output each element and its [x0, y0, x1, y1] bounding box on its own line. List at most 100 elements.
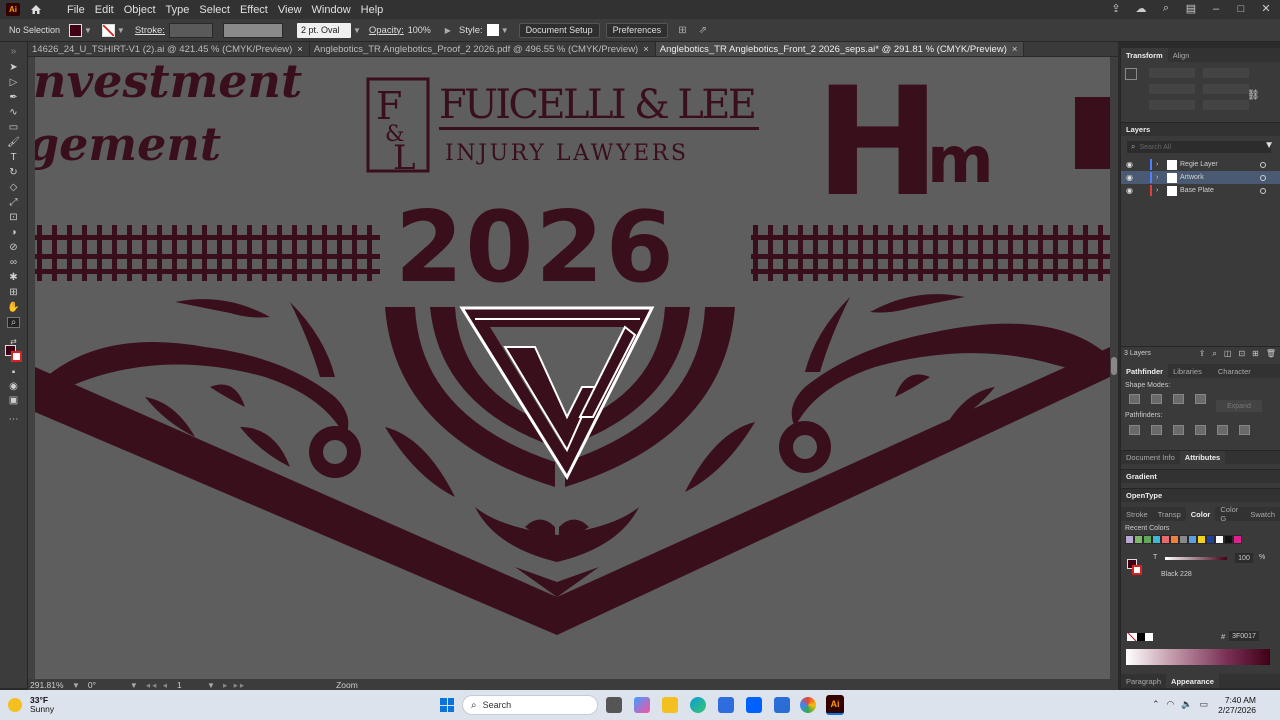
new-layer-icon[interactable]: ⊞ [1252, 349, 1259, 359]
trim-icon[interactable] [1151, 425, 1162, 435]
symbol-sprayer-tool-icon[interactable]: ✱ [7, 272, 20, 283]
hand-tool-icon[interactable]: ✋ [7, 302, 20, 313]
illustrator-taskbar-icon[interactable]: Ai [826, 695, 844, 715]
menu-edit[interactable]: Edit [90, 4, 119, 16]
tint-slider[interactable] [1165, 557, 1227, 560]
clipping-mask-icon[interactable]: ◫ [1224, 349, 1232, 359]
battery-icon[interactable]: ▭ [1200, 699, 1209, 710]
chevron-down-icon[interactable]: ▼ [72, 681, 80, 690]
selection-tool-icon[interactable]: ➤ [7, 62, 20, 73]
menu-window[interactable]: Window [307, 4, 356, 16]
eye-icon[interactable]: ◉ [1126, 173, 1136, 182]
tab-color-guide[interactable]: Color G [1215, 505, 1245, 523]
curvature-tool-icon[interactable]: ∿ [7, 107, 20, 118]
chevron-down-icon[interactable]: ▼ [117, 26, 125, 35]
x-field[interactable] [1149, 68, 1195, 78]
reference-point-icon[interactable] [1125, 68, 1137, 80]
artboard-canvas[interactable]: nvestment gement F & L FUICELLI & LEE IN… [35, 57, 1110, 679]
weather-sun-icon[interactable] [8, 698, 22, 712]
none-swatch[interactable] [1127, 633, 1137, 641]
target-icon[interactable] [1260, 187, 1266, 194]
scale-tool-icon[interactable]: ⤢ [7, 197, 20, 208]
scrollbar-thumb[interactable] [1111, 357, 1117, 375]
cloud-icon[interactable]: ☁ [1135, 2, 1147, 15]
artboard-nav-next-icon[interactable]: ▸ ▸▸ [223, 680, 246, 691]
layer-row[interactable]: ◉ › Artwork [1121, 171, 1280, 184]
recent-color-swatch[interactable] [1179, 535, 1188, 544]
graphic-style-swatch[interactable] [486, 24, 499, 36]
menu-select[interactable]: Select [194, 4, 235, 16]
link-icon[interactable]: ⛓ [1247, 90, 1260, 101]
rotate-tool-icon[interactable]: ↻ [7, 167, 20, 178]
filter-icon[interactable]: ▼ [1264, 140, 1274, 151]
tab-color[interactable]: Color [1185, 507, 1216, 521]
recent-color-swatch[interactable] [1125, 535, 1134, 544]
todo-icon[interactable] [774, 697, 790, 713]
close-icon[interactable]: ✕ [1260, 2, 1272, 15]
menu-help[interactable]: Help [356, 4, 389, 16]
edge-icon[interactable] [690, 697, 706, 713]
menu-object[interactable]: Object [119, 4, 161, 16]
layers-search[interactable]: ⌕ Search All [1127, 141, 1271, 153]
pen-tool-icon[interactable]: ✒ [7, 92, 20, 103]
menu-type[interactable]: Type [161, 4, 195, 16]
stroke-weight-input[interactable] [168, 22, 213, 38]
tab-stroke[interactable]: Stroke [1121, 507, 1153, 521]
home-icon[interactable] [30, 4, 44, 16]
store-icon[interactable] [718, 697, 734, 713]
document-setup-button[interactable]: Document Setup [518, 22, 600, 38]
paintbrush-tool-icon[interactable]: 🖌 [7, 137, 20, 148]
target-icon[interactable] [1260, 161, 1266, 168]
close-icon[interactable]: × [297, 44, 303, 55]
opacity-value[interactable]: 100% [408, 25, 431, 35]
intersect-icon[interactable] [1173, 394, 1184, 404]
tab-pathfinder[interactable]: Pathfinder [1121, 364, 1169, 378]
screen-mode-icon[interactable]: ▣ [7, 395, 20, 406]
unite-icon[interactable] [1129, 394, 1140, 404]
chevron-right-icon[interactable]: › [1156, 187, 1164, 194]
hex-value-field[interactable]: 3F0017 [1229, 631, 1259, 641]
stroke-color-box[interactable] [11, 351, 22, 362]
status-mode[interactable]: Zoom [336, 680, 358, 690]
new-sublayer-icon[interactable]: ⊡ [1238, 349, 1245, 359]
tint-value-field[interactable]: 100 [1235, 553, 1253, 563]
blend-tool-icon[interactable]: ∞ [7, 257, 20, 268]
arrange-icon[interactable]: ▤ [1185, 2, 1197, 15]
tab-paragraph[interactable]: Paragraph [1121, 674, 1166, 688]
windows-start-icon[interactable] [440, 698, 454, 712]
layer-row[interactable]: ◉ › Regie Layer [1121, 158, 1280, 171]
outline-icon[interactable] [1217, 425, 1228, 435]
volume-icon[interactable]: 🔈 [1181, 699, 1192, 710]
dropbox-icon[interactable] [746, 697, 762, 713]
recent-color-swatch[interactable] [1233, 535, 1242, 544]
layers-panel-header[interactable]: Layers [1121, 122, 1280, 136]
tab-document-2[interactable]: Anglebotics_TR Anglebotics_Proof_2 2026.… [310, 42, 656, 56]
merge-icon[interactable] [1173, 425, 1184, 435]
layer-row[interactable]: ◉ › Base Plate [1121, 184, 1280, 197]
y-field[interactable] [1203, 68, 1249, 78]
rotate-field[interactable] [1149, 100, 1195, 110]
opacity-label[interactable]: Opacity: [369, 25, 404, 36]
weather-widget[interactable]: 33°F Sunny [30, 696, 54, 714]
chevron-right-icon[interactable]: › [1156, 161, 1164, 168]
tab-libraries[interactable]: Libraries [1168, 364, 1207, 378]
recent-color-swatch[interactable] [1197, 535, 1206, 544]
export-icon[interactable]: ⇗ [699, 25, 707, 36]
opentype-panel-header[interactable]: OpenType [1121, 488, 1280, 502]
recent-color-swatch[interactable] [1206, 535, 1215, 544]
divide-icon[interactable] [1129, 425, 1140, 435]
eyedropper-tool-icon[interactable]: ⊘ [7, 242, 20, 253]
panel-grip-icon[interactable]: » [7, 46, 20, 57]
expand-button[interactable]: Expand [1216, 400, 1262, 412]
vertical-scrollbar[interactable] [1110, 57, 1118, 679]
gradient-panel-header[interactable]: Gradient [1121, 469, 1280, 483]
free-transform-tool-icon[interactable]: ⊡ [7, 212, 20, 223]
chevron-down-icon[interactable]: ▼ [353, 26, 361, 35]
recent-color-swatch[interactable] [1152, 535, 1161, 544]
chevron-down-icon[interactable]: ▼ [207, 681, 215, 690]
tab-transparency[interactable]: Transp [1153, 507, 1186, 521]
eye-icon[interactable]: ◉ [1126, 160, 1136, 169]
recent-color-swatch[interactable] [1161, 535, 1170, 544]
rectangle-tool-icon[interactable]: ▭ [7, 122, 20, 133]
menu-file[interactable]: File [62, 4, 90, 16]
